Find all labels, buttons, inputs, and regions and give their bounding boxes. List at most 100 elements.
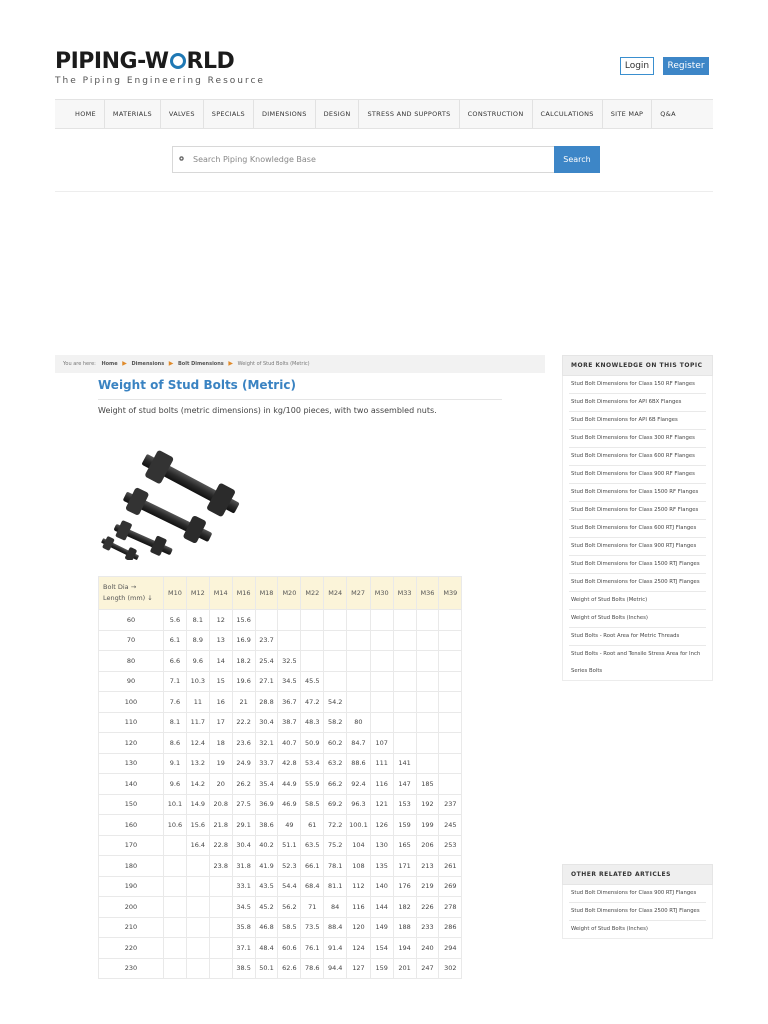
sidebar-link[interactable]: Stud Bolt Dimensions for Class 1500 RF F… <box>569 484 706 502</box>
weight-cell <box>163 937 187 959</box>
nav-item-q-a[interactable]: Q&A <box>652 100 684 128</box>
weight-cell: 5.6 <box>163 609 187 631</box>
sidebar-link[interactable]: Stud Bolt Dimensions for Class 600 RTJ F… <box>569 520 706 538</box>
breadcrumb-current: Weight of Stud Bolts (Metric) <box>237 361 310 367</box>
login-button[interactable]: Login <box>620 57 654 75</box>
sidebar-link[interactable]: Weight of Stud Bolts (Inches) <box>569 610 706 628</box>
weight-cell: 192 <box>415 793 440 815</box>
sidebar-link[interactable]: Stud Bolts - Root Area for Metric Thread… <box>569 628 706 646</box>
nav-item-design[interactable]: DESIGN <box>316 100 360 128</box>
breadcrumb-home[interactable]: Home <box>101 361 117 367</box>
weight-cell: 27.1 <box>254 670 279 692</box>
breadcrumb: You are here: Home ▶ Dimensions ▶ Bolt D… <box>55 355 545 373</box>
sidebar-list: Stud Bolt Dimensions for Class 900 RTJ F… <box>562 885 713 939</box>
length-cell: 150 <box>98 793 164 815</box>
weight-cell: 40.2 <box>254 834 279 856</box>
logo-wordmark: PIPING-W RLD <box>55 49 235 74</box>
weight-cell <box>323 650 348 672</box>
weight-cell: 206 <box>415 834 440 856</box>
search-input[interactable]: Search Piping Knowledge Base <box>193 147 553 172</box>
weight-cell: 8.1 <box>185 609 210 631</box>
site-logo[interactable]: PIPING-W RLD The Piping Engineering Resou… <box>55 49 265 86</box>
nav-item-stress-and-supports[interactable]: STRESS AND SUPPORTS <box>359 100 460 128</box>
sidebar-link[interactable]: Stud Bolt Dimensions for Class 300 RF Fl… <box>569 430 706 448</box>
weight-cell <box>438 711 463 733</box>
weight-cell <box>254 609 279 631</box>
weight-cell: 48.3 <box>300 711 325 733</box>
sidebar-link[interactable]: Stud Bolt Dimensions for Class 2500 RTJ … <box>569 574 706 592</box>
weight-cell: 54.4 <box>277 875 302 897</box>
sidebar-heading: MORE KNOWLEDGE ON THIS TOPIC <box>562 355 713 376</box>
sidebar-link[interactable]: Weight of Stud Bolts (Metric) <box>569 592 706 610</box>
weight-cell <box>163 896 187 918</box>
weight-cell: 88.6 <box>346 752 371 774</box>
sidebar-link[interactable]: Stud Bolt Dimensions for Class 2500 RF F… <box>569 502 706 520</box>
nav-item-home[interactable]: HOME <box>55 100 105 128</box>
weight-cell: 12 <box>208 609 233 631</box>
weight-cell <box>185 875 210 897</box>
breadcrumb-prefix: You are here: <box>63 361 96 367</box>
weight-cell <box>163 957 187 979</box>
weight-cell <box>438 650 463 672</box>
sidebar-link[interactable]: Stud Bolt Dimensions for Class 150 RF Fl… <box>569 376 706 394</box>
weight-cell: 17 <box>208 711 233 733</box>
weight-cell: 112 <box>346 875 371 897</box>
sidebar-link[interactable]: Stud Bolt Dimensions for API 6BX Flanges <box>569 394 706 412</box>
table-row: 110 8.1 11.7 17 22.2 30.4 38.7 48.3 58.2 80 <box>98 711 463 733</box>
weight-cell: 15.6 <box>185 814 210 836</box>
weight-cell: 69.2 <box>323 793 348 815</box>
weight-cell: 14.2 <box>185 773 210 795</box>
weight-cell: 63.2 <box>323 752 348 774</box>
weight-cell: 14 <box>208 650 233 672</box>
sidebar-link[interactable]: Stud Bolt Dimensions for API 6B Flanges <box>569 412 706 430</box>
sidebar-link[interactable]: Weight of Stud Bolts (Inches) <box>569 921 706 938</box>
nav-item-specials[interactable]: SPECIALS <box>204 100 254 128</box>
weight-cell: 8.9 <box>185 629 210 651</box>
weight-cell: 302 <box>438 957 463 979</box>
breadcrumb-dimensions[interactable]: Dimensions <box>131 361 164 367</box>
weight-cell: 6.1 <box>163 629 187 651</box>
weight-cell <box>438 629 463 651</box>
sidebar-link[interactable]: Stud Bolt Dimensions for Class 900 RTJ F… <box>569 885 706 903</box>
title-divider <box>98 399 502 400</box>
weight-cell: 182 <box>392 896 417 918</box>
length-cell: 80 <box>98 650 164 672</box>
weight-cell: 66.2 <box>323 773 348 795</box>
nav-item-materials[interactable]: MATERIALS <box>105 100 161 128</box>
weight-cell: 194 <box>392 937 417 959</box>
sidebar-link[interactable]: Stud Bolt Dimensions for Class 1500 RTJ … <box>569 556 706 574</box>
sidebar-link[interactable]: Stud Bolt Dimensions for Class 900 RTJ F… <box>569 538 706 556</box>
weight-cell: 30.4 <box>254 711 279 733</box>
nav-item-construction[interactable]: CONSTRUCTION <box>460 100 533 128</box>
weight-cell: 34.5 <box>277 670 302 692</box>
nav-item-site-map[interactable]: SITE MAP <box>603 100 653 128</box>
length-cell: 140 <box>98 773 164 795</box>
sidebar-link[interactable]: Stud Bolts - Root and Tensile Stress Are… <box>569 646 706 680</box>
sidebar-link[interactable]: Stud Bolt Dimensions for Class 900 RF Fl… <box>569 466 706 484</box>
weight-cell: 32.5 <box>277 650 302 672</box>
weight-cell <box>323 670 348 692</box>
weight-cell: 20 <box>208 773 233 795</box>
breadcrumb-arrow-icon: ▶ <box>168 360 174 367</box>
weight-cell: 124 <box>346 937 371 959</box>
weight-cell: 19 <box>208 752 233 774</box>
sidebar-link[interactable]: Stud Bolt Dimensions for Class 2500 RTJ … <box>569 903 706 921</box>
header-divider <box>55 191 713 192</box>
breadcrumb-bolt-dimensions[interactable]: Bolt Dimensions <box>178 361 224 367</box>
weight-cell: 23.7 <box>254 629 279 651</box>
search-button[interactable]: Search <box>554 146 600 173</box>
weight-cell: 213 <box>415 855 440 877</box>
length-cell: 100 <box>98 691 164 713</box>
weight-cell: 50.9 <box>300 732 325 754</box>
register-button[interactable]: Register <box>663 57 709 75</box>
weight-cell: 71 <box>300 896 325 918</box>
weight-cell <box>300 609 325 631</box>
stud-bolts-image <box>101 450 240 560</box>
weight-cell <box>277 609 302 631</box>
nav-item-dimensions[interactable]: DIMENSIONS <box>254 100 316 128</box>
nav-item-calculations[interactable]: CALCULATIONS <box>533 100 603 128</box>
nav-item-valves[interactable]: VALVES <box>161 100 204 128</box>
table-row: 210 35.8 46.8 58.5 73.5 88.4 120 149 188 233 286 <box>98 916 463 938</box>
sidebar-link[interactable]: Stud Bolt Dimensions for Class 600 RF Fl… <box>569 448 706 466</box>
table-row: 120 8.6 12.4 18 23.6 32.1 40.7 50.9 60.2 84.7 107 <box>98 732 463 754</box>
